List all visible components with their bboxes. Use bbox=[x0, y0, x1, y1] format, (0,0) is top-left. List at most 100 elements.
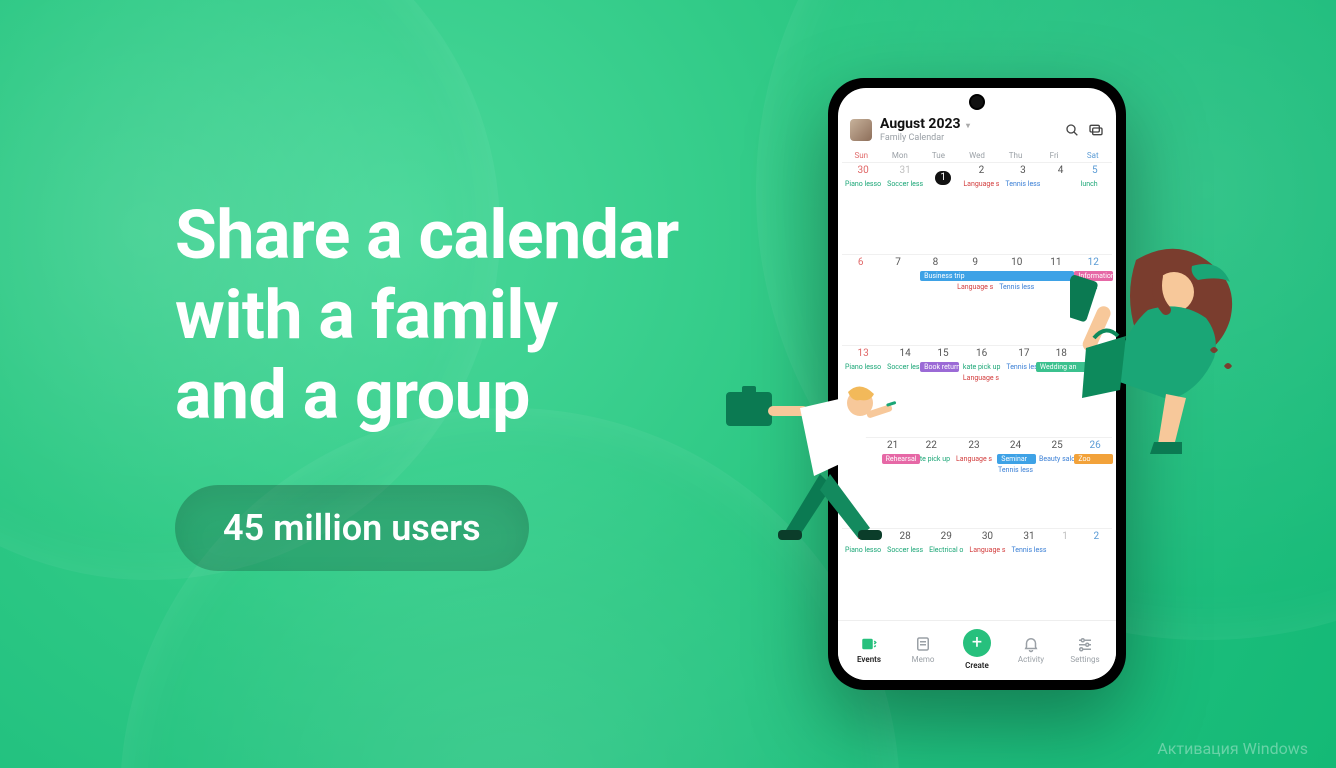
day-cell[interactable]: 2 Language s bbox=[960, 163, 1002, 254]
day-number: 10 bbox=[996, 257, 1037, 268]
day-number: 22 bbox=[910, 440, 953, 451]
day-cell[interactable]: 1 bbox=[1049, 529, 1080, 620]
event-chip[interactable]: Tennis less bbox=[1009, 545, 1048, 555]
day-cell[interactable]: 7 bbox=[879, 255, 916, 346]
calendar-name: Family Calendar bbox=[880, 133, 1056, 143]
nav-memo[interactable]: Memo bbox=[912, 635, 935, 664]
day-cell[interactable]: 30 Piano lesso bbox=[842, 163, 884, 254]
weekday-label: Sat bbox=[1073, 151, 1112, 160]
bell-icon bbox=[1022, 635, 1040, 653]
day-cell[interactable]: 1 bbox=[926, 163, 960, 254]
event-chip[interactable]: Language s bbox=[967, 545, 1007, 555]
headline-line: and a group bbox=[175, 355, 530, 435]
event-chip[interactable]: Tennis less bbox=[996, 465, 1035, 475]
nav-label: Memo bbox=[912, 655, 935, 664]
event-chip[interactable]: Tennis less bbox=[997, 282, 1036, 292]
weekday-label: Mon bbox=[881, 151, 920, 160]
weekday-row: Sun Mon Tue Wed Thu Fri Sat bbox=[838, 149, 1116, 162]
headline: Share a calendar with a family and a gro… bbox=[175, 195, 679, 436]
event-chip[interactable]: Piano lesso bbox=[843, 179, 883, 189]
day-cell[interactable]: 10 Tennis less bbox=[996, 255, 1037, 346]
day-number: 29 bbox=[926, 531, 966, 542]
event-chip[interactable]: Language s bbox=[961, 373, 1002, 383]
nav-label: Activity bbox=[1018, 655, 1044, 664]
memo-icon bbox=[914, 635, 932, 653]
event-chip[interactable]: Tennis less bbox=[1003, 179, 1042, 189]
chat-icon[interactable] bbox=[1088, 122, 1104, 138]
nav-label: Settings bbox=[1070, 655, 1099, 664]
event-span[interactable]: Book return bbox=[920, 362, 959, 372]
nav-label: Events bbox=[857, 655, 881, 664]
search-icon[interactable] bbox=[1064, 122, 1080, 138]
weekday-label: Thu bbox=[996, 151, 1035, 160]
event-chip[interactable]: Soccer less bbox=[885, 362, 925, 372]
day-cell[interactable]: 31 Soccer less bbox=[884, 163, 926, 254]
day-cell[interactable]: 16kate pick upLanguage s bbox=[960, 346, 1003, 437]
event-span[interactable]: Business trip bbox=[920, 271, 1074, 281]
day-number: 23 bbox=[953, 440, 995, 451]
day-number: 14 bbox=[884, 348, 926, 359]
day-number: 8 bbox=[917, 257, 954, 268]
day-cell[interactable]: 11 bbox=[1037, 255, 1074, 346]
nav-settings[interactable]: Settings bbox=[1070, 635, 1099, 664]
day-number: 7 bbox=[879, 257, 916, 268]
nav-create[interactable]: + Create bbox=[963, 629, 991, 670]
day-number: 3 bbox=[1002, 165, 1043, 176]
promo-background: Share a calendar with a family and a gro… bbox=[0, 0, 1336, 768]
family-avatar[interactable] bbox=[850, 119, 872, 141]
weekday-label: Wed bbox=[958, 151, 997, 160]
windows-activation-watermark: Активация Windows bbox=[1157, 739, 1308, 758]
user-count-badge: 45 million users bbox=[175, 485, 529, 571]
day-number: 11 bbox=[1037, 257, 1074, 268]
event-chip[interactable]: Language s bbox=[954, 454, 994, 464]
day-cell[interactable]: 9 Language s bbox=[954, 255, 996, 346]
day-cell[interactable]: 22kate pick up bbox=[910, 438, 953, 529]
weekday-label: Fri bbox=[1035, 151, 1074, 160]
month-selector[interactable]: August 2023 ▾ Family Calendar bbox=[880, 116, 1056, 143]
illustration-woman bbox=[1070, 240, 1270, 460]
nav-events[interactable]: Events bbox=[857, 635, 881, 664]
nav-activity[interactable]: Activity bbox=[1018, 635, 1044, 664]
nav-label: Create bbox=[965, 661, 989, 670]
day-cell[interactable]: 31Tennis less bbox=[1008, 529, 1049, 620]
headline-line: Share a calendar bbox=[175, 195, 679, 275]
day-cell[interactable]: 23 Language s bbox=[953, 438, 995, 529]
day-number: 13 bbox=[842, 348, 884, 359]
bottom-nav: Events Memo + Create Activity bbox=[838, 620, 1116, 680]
event-chip[interactable]: Language s bbox=[961, 179, 1001, 189]
day-cell[interactable]: 8 bbox=[917, 255, 954, 346]
day-number: 9 bbox=[954, 257, 996, 268]
weekday-label: Tue bbox=[919, 151, 958, 160]
event-chip[interactable]: lunch bbox=[1079, 179, 1111, 189]
event-chip[interactable]: kate pick up bbox=[961, 362, 1002, 372]
month-title: August 2023 bbox=[880, 116, 961, 132]
day-cell[interactable]: 29 Electrical o bbox=[926, 529, 966, 620]
event-chip[interactable]: Soccer less bbox=[885, 179, 925, 189]
event-chip[interactable]: Piano lesso bbox=[843, 362, 883, 372]
day-number: 31 bbox=[884, 165, 926, 176]
day-cell[interactable]: 17Tennis less bbox=[1003, 346, 1044, 437]
day-number: 1 bbox=[1049, 531, 1080, 542]
day-number: 5 bbox=[1078, 165, 1112, 176]
day-number: 6 bbox=[842, 257, 879, 268]
event-span[interactable]: Seminar bbox=[997, 454, 1036, 464]
day-number: 15 bbox=[926, 348, 960, 359]
day-cell[interactable]: 2 bbox=[1081, 529, 1112, 620]
day-number: 17 bbox=[1003, 348, 1044, 359]
event-chip[interactable]: Electrical o bbox=[927, 545, 965, 555]
sliders-icon bbox=[1076, 635, 1094, 653]
day-number: 30 bbox=[842, 165, 884, 176]
event-chip[interactable]: Language s bbox=[955, 282, 995, 292]
day-cell[interactable]: 6 bbox=[842, 255, 879, 346]
calendar-header: August 2023 ▾ Family Calendar bbox=[838, 108, 1116, 149]
day-number: 24 bbox=[995, 440, 1036, 451]
day-cell[interactable]: 24 Tennis less bbox=[995, 438, 1036, 529]
day-cell[interactable]: 3 Tennis less bbox=[1002, 163, 1043, 254]
day-number: 1 bbox=[935, 171, 951, 185]
day-number: 2 bbox=[960, 165, 1002, 176]
plus-icon: + bbox=[963, 629, 991, 657]
day-cell[interactable]: 15 bbox=[926, 346, 960, 437]
chevron-down-icon: ▾ bbox=[966, 121, 970, 130]
day-cell[interactable]: 30Language s bbox=[966, 529, 1008, 620]
day-number: 4 bbox=[1043, 165, 1077, 176]
